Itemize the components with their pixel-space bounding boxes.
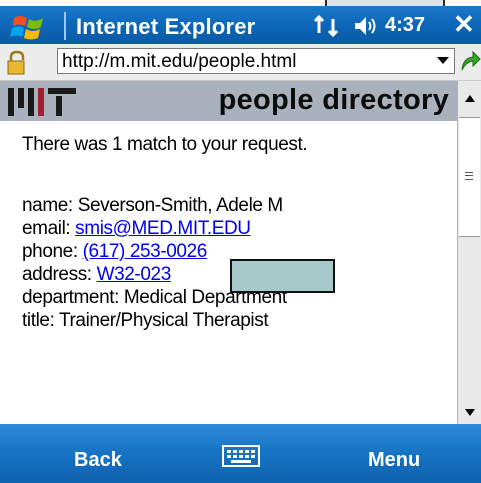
close-button[interactable]: ✕ [453,10,475,38]
match-message: There was 1 match to your request. [22,134,308,155]
department-label: department: [22,287,124,308]
clock[interactable]: 4:37 [385,14,425,37]
address-label: address: [22,264,97,285]
url-text[interactable]: http://m.mit.edu/people.html [62,51,296,73]
address-link[interactable]: W32-023 [97,264,172,285]
address-bar: http://m.mit.edu/people.html [0,44,481,81]
chevron-down-icon[interactable] [437,57,449,64]
title-row: title: Trainer/Physical Therapist [22,310,269,332]
redaction-box [230,259,335,293]
title-separator [64,12,66,40]
back-button[interactable]: Back [74,449,122,472]
scroll-thumb[interactable] [459,117,480,237]
address-row: address: W32-023 [22,264,171,286]
email-link[interactable]: smis@MED.MIT.EDU [75,218,251,239]
page-title: people directory [218,84,449,116]
keyboard-icon[interactable] [222,444,260,468]
top-edge [0,0,481,6]
name-label: name: [22,195,78,216]
url-input[interactable]: http://m.mit.edu/people.html [57,48,455,74]
page-content: people directory There was 1 match to yo… [0,81,457,424]
lock-icon [7,50,25,75]
app-title: Internet Explorer [76,14,256,39]
vertical-scrollbar[interactable] [457,81,481,424]
name-row: name: Severson-Smith, Adele M [22,195,283,217]
title-value: Trainer/Physical Therapist [58,310,269,331]
scroll-up-icon[interactable] [465,95,475,102]
grip-icon [465,172,473,180]
email-row: email: smis@MED.MIT.EDU [22,218,251,240]
name-value: Severson-Smith, Adele M [77,195,284,216]
phone-label: phone: [22,241,83,262]
softkey-bar: Back Menu [0,424,481,483]
go-arrow-icon[interactable] [459,50,481,74]
phone-link[interactable]: (617) 253-0026 [83,241,208,262]
title-label: title: [22,310,59,331]
menu-button[interactable]: Menu [368,449,420,472]
connectivity-icon[interactable] [313,15,343,37]
email-label: email: [22,218,76,239]
phone-row: phone: (617) 253-0026 [22,241,207,263]
volume-icon[interactable] [352,14,378,38]
scroll-down-icon[interactable] [465,409,475,416]
page-banner: people directory [0,81,457,121]
windows-start-icon[interactable] [10,12,50,40]
title-bar: Internet Explorer 4:37 ✕ [0,0,481,44]
mit-logo [8,88,76,116]
